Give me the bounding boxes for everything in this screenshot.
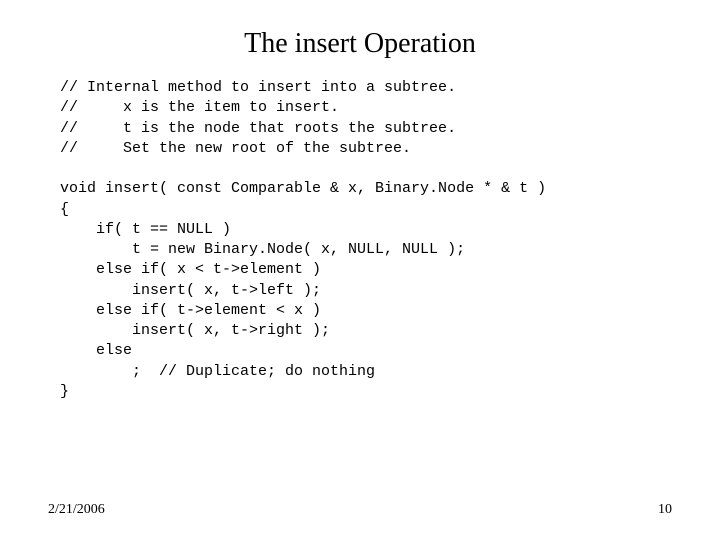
slide-title: The insert Operation (0, 0, 720, 70)
footer-date: 2/21/2006 (48, 502, 105, 518)
slide: The insert Operation // Internal method … (0, 0, 720, 540)
code-block: // Internal method to insert into a subt… (0, 70, 720, 402)
footer-page-number: 10 (658, 502, 672, 518)
